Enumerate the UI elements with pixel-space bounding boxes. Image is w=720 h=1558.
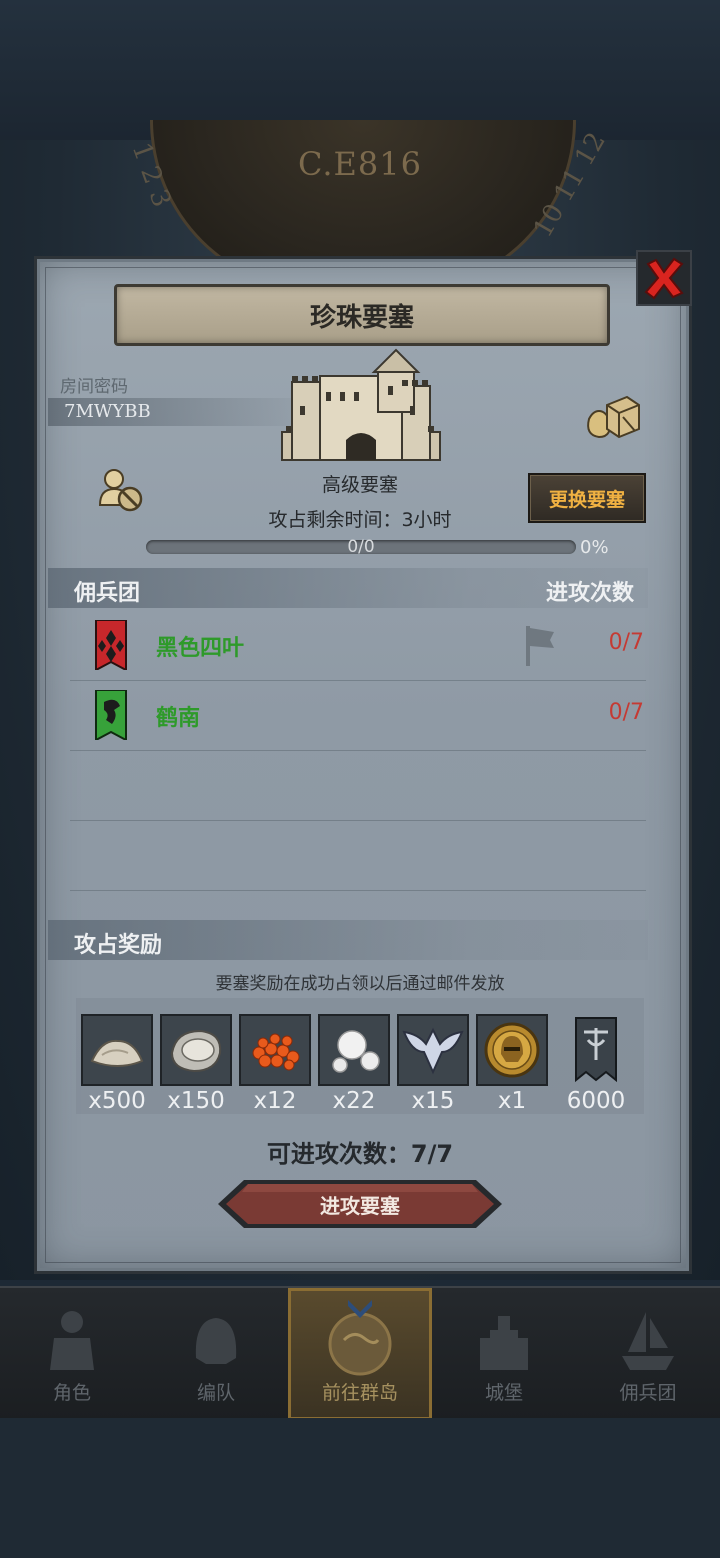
- bottom-nav: 角色 编队 前往群岛 城堡 佣兵团: [0, 1286, 720, 1420]
- room-code-value[interactable]: 7MWYBB: [64, 401, 151, 422]
- attack-fortress-button[interactable]: 进攻要塞: [216, 1178, 504, 1230]
- oyster-icon: [170, 1029, 222, 1073]
- reward-item[interactable]: [397, 1014, 469, 1086]
- change-fortress-button[interactable]: 更换要塞: [528, 473, 646, 523]
- globe-compass-icon: [328, 1300, 392, 1376]
- reward-quantity: x15: [411, 1088, 455, 1114]
- capture-progress-text: 0/0: [347, 537, 375, 557]
- sand-pile-icon: [90, 1039, 144, 1067]
- ship-icon: [622, 1312, 674, 1370]
- knight-icon: [50, 1311, 94, 1370]
- reward-quantity: x12: [253, 1088, 297, 1114]
- fortress-castle-image: [278, 346, 444, 464]
- reward-item[interactable]: [476, 1014, 548, 1086]
- attack-attempts-left: 可进攻次数：7/7: [266, 1140, 454, 1168]
- fish-roe-icon: [252, 1033, 300, 1071]
- row-divider: [70, 820, 646, 821]
- close-button[interactable]: [636, 250, 692, 306]
- guild-attack-count: 0/7: [608, 630, 644, 655]
- reward-item[interactable]: [81, 1014, 153, 1086]
- gold-helmet-coin-icon: [484, 1022, 540, 1078]
- bat-wing-emblem-icon: [402, 1027, 464, 1075]
- room-code-label: 房间密码: [60, 377, 128, 397]
- flag-icon: [526, 626, 554, 666]
- nav-label: 编队: [196, 1382, 235, 1404]
- nav-label: 前往群岛: [321, 1382, 398, 1404]
- nav-label: 城堡: [484, 1382, 523, 1404]
- guild-name: 鹤南: [156, 706, 201, 731]
- reward-item[interactable]: [560, 1014, 632, 1086]
- guild-name: 黑色四叶: [156, 636, 245, 661]
- nav-item-islands[interactable]: 前往群岛: [288, 1288, 432, 1420]
- nav-item-role[interactable]: 角色: [0, 1288, 144, 1420]
- top-backdrop: [0, 0, 720, 140]
- close-icon: [644, 257, 684, 300]
- row-divider: [70, 890, 646, 891]
- reward-quantity: x500: [88, 1088, 146, 1114]
- nav-item-mercenary[interactable]: 佣兵团: [576, 1288, 720, 1420]
- reward-quantity: 6000: [566, 1088, 626, 1114]
- row-divider: [70, 750, 646, 751]
- war-banner-icon: [575, 1017, 617, 1083]
- attack-button-label: 进攻要塞: [320, 1193, 400, 1218]
- rewards-note: 要塞奖励在成功占领以后通过邮件发放: [215, 974, 505, 994]
- bottom-backdrop: [0, 1418, 720, 1558]
- rewards-section-title: 攻占奖励: [74, 933, 163, 958]
- mercenary-section-title: 佣兵团: [74, 581, 141, 606]
- user-blocked-icon: [98, 469, 143, 512]
- reward-item[interactable]: [160, 1014, 232, 1086]
- page-title: 珍珠要塞: [309, 302, 414, 333]
- nav-item-formation[interactable]: 编队: [144, 1288, 288, 1420]
- nav-label: 佣兵团: [619, 1382, 677, 1404]
- nav-item-castle[interactable]: 城堡: [432, 1288, 576, 1420]
- block-player-button[interactable]: [92, 462, 152, 518]
- guild-attack-count: 0/7: [608, 700, 644, 725]
- supply-crate-icon: [587, 395, 640, 439]
- title-plate: 珍珠要塞: [114, 284, 610, 346]
- guild-banner-icon: [95, 620, 127, 670]
- reward-item[interactable]: [318, 1014, 390, 1086]
- supplies-button[interactable]: [582, 388, 642, 444]
- castle-icon: [281, 348, 441, 461]
- reward-item[interactable]: [239, 1014, 311, 1086]
- attack-count-header: 进攻次数: [546, 581, 635, 606]
- guild-banner-icon: [95, 690, 127, 740]
- pearls-icon: [332, 1030, 380, 1073]
- reward-quantity: x22: [332, 1088, 376, 1114]
- era-year-label: C.E816: [298, 145, 422, 183]
- capture-progress-percent: 0%: [580, 537, 609, 558]
- helmet-icon: [195, 1318, 237, 1364]
- reward-quantity: x1: [497, 1088, 527, 1114]
- row-divider: [70, 680, 646, 681]
- reward-quantity: x150: [167, 1088, 225, 1114]
- castle-nav-icon: [480, 1316, 528, 1370]
- nav-label: 角色: [52, 1382, 91, 1404]
